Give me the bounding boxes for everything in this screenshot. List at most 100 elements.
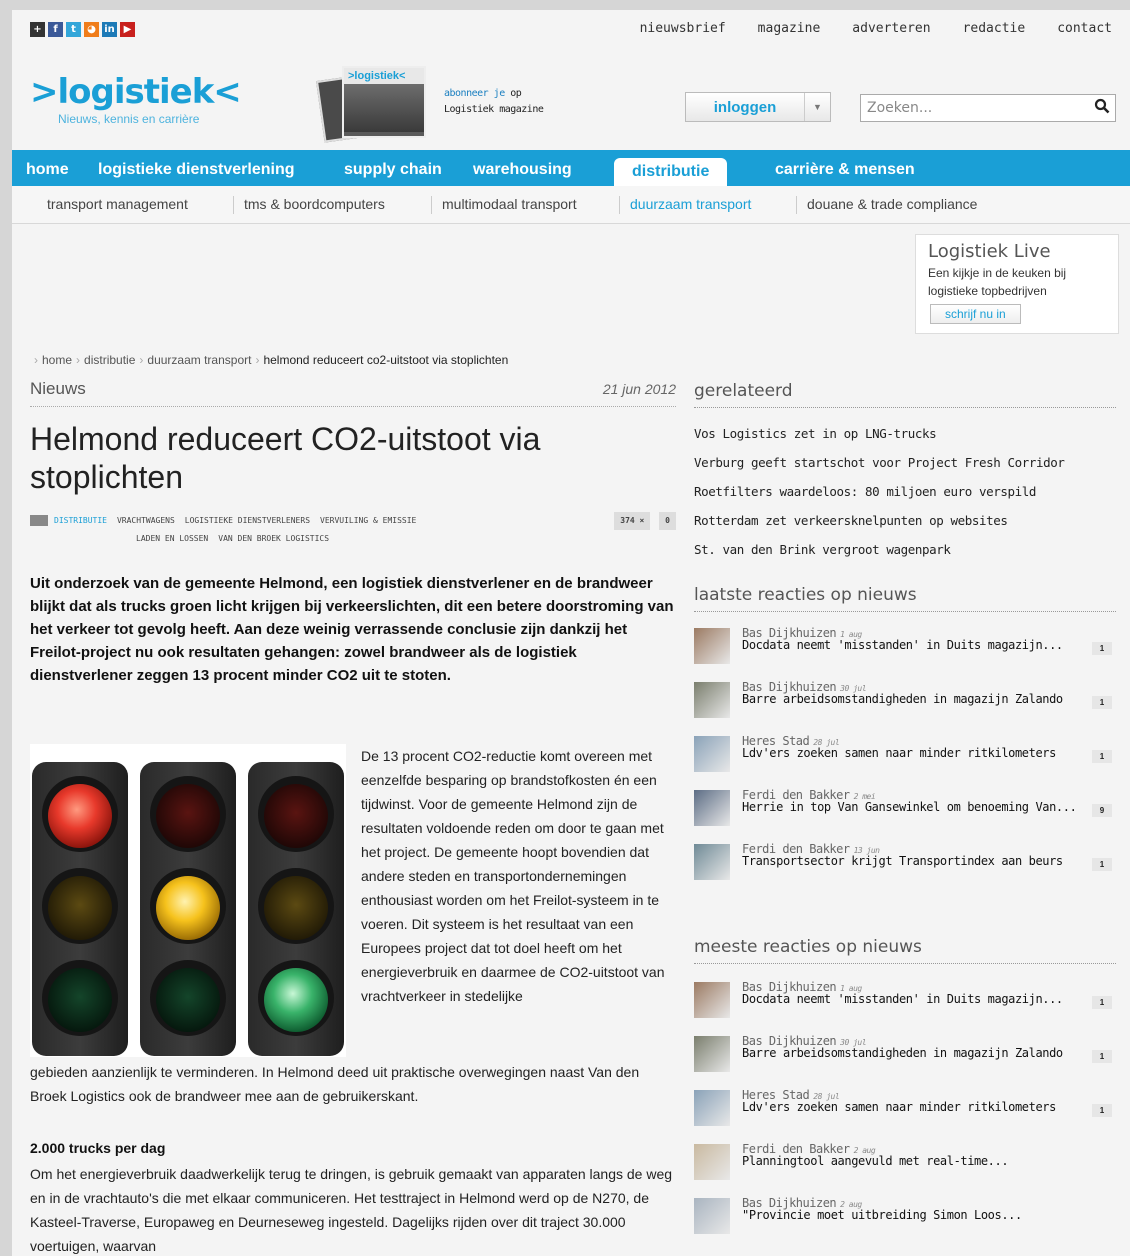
avatar bbox=[694, 1198, 730, 1234]
magazine-cover-front: >logistiek< bbox=[342, 66, 426, 138]
comment-article-title[interactable]: Barre arbeidsomstandigheden in magazijn … bbox=[742, 1047, 1078, 1059]
article-title: Helmond reduceert CO2-uitstoot via stopl… bbox=[30, 421, 541, 495]
toplink-redactie[interactable]: redactie bbox=[963, 21, 1026, 36]
related-article-link[interactable]: Roetfilters waardeloos: 80 miljoen euro … bbox=[694, 482, 1116, 511]
social-icons: + f t ◕ in ▶ bbox=[30, 22, 135, 37]
comment-count-badge: 1 bbox=[1092, 696, 1112, 709]
comment-item[interactable]: Heres Stad 28 jul Ldv'ers zoeken samen naa… bbox=[694, 1088, 1116, 1142]
toplink-contact[interactable]: contact bbox=[1057, 21, 1112, 36]
comment-article-title[interactable]: Planningtool aangevuld met real-time... bbox=[742, 1155, 1078, 1167]
chevron-down-icon[interactable]: ▼ bbox=[804, 93, 830, 121]
live-description: Een kijkje in de keuken bij logistieke t… bbox=[928, 266, 1067, 298]
signup-button[interactable]: schrijf nu in bbox=[930, 304, 1021, 324]
search-input[interactable]: Zoeken... bbox=[861, 100, 1089, 116]
site-logo[interactable]: >logistiek< Nieuws, kennis en carrière bbox=[30, 72, 242, 126]
search-icon[interactable] bbox=[1089, 98, 1115, 119]
breadcrumb-arrow-icon: › bbox=[139, 353, 144, 367]
related-list: Vos Logistics zet in op LNG-trucks Verbur… bbox=[694, 424, 1116, 569]
login-button[interactable]: inloggen ▼ bbox=[685, 92, 831, 122]
comment-item[interactable]: Ferdi den Bakker 2 mei Herrie in top Van G… bbox=[694, 788, 1116, 842]
magazine-cover-title: >logistiek< bbox=[344, 68, 424, 84]
search-box[interactable]: Zoeken... bbox=[860, 94, 1116, 122]
related-article-link[interactable]: Rotterdam zet verkeersknelpunten op webs… bbox=[694, 511, 1116, 540]
subnav-transport-management[interactable]: transport management bbox=[47, 196, 188, 212]
breadcrumb-link[interactable]: duurzaam transport bbox=[147, 353, 251, 367]
article-tag[interactable]: VAN DEN BROEK LOGISTICS bbox=[218, 534, 329, 543]
article-body-1: De 13 procent CO2-reductie komt overeen … bbox=[361, 748, 665, 1004]
comment-item[interactable]: Bas Dijkhuizen 30 jul Barre arbeidsomstand… bbox=[694, 680, 1116, 734]
nav-warehousing[interactable]: warehousing bbox=[473, 150, 572, 186]
logo-mark: >logistiek< bbox=[30, 72, 242, 112]
comment-item[interactable]: Bas Dijkhuizen 1 aug Docdata neemt 'missta… bbox=[694, 980, 1116, 1034]
subnav-tms-boordcomputers[interactable]: tms & boordcomputers bbox=[244, 196, 385, 212]
related-article-link[interactable]: Verburg geeft startschot voor Project Fr… bbox=[694, 453, 1116, 482]
latest-comments-heading: laatste reacties op nieuws bbox=[694, 582, 1116, 612]
comment-count[interactable]: 0 bbox=[659, 512, 676, 530]
toplink-adverteren[interactable]: adverteren bbox=[852, 21, 930, 36]
comment-count-badge: 1 bbox=[1092, 750, 1112, 763]
comment-item[interactable]: Bas Dijkhuizen 1 aug Docdata neemt 'missta… bbox=[694, 626, 1116, 680]
nav-home[interactable]: home bbox=[26, 150, 69, 186]
comment-count-badge: 1 bbox=[1092, 642, 1112, 655]
article-tag[interactable]: LADEN EN LOSSEN bbox=[136, 534, 208, 543]
subnav-multimodaal-transport[interactable]: multimodaal transport bbox=[442, 196, 577, 212]
breadcrumb: › home › distributie › duurzaam transport › hel… bbox=[30, 353, 508, 367]
article-tags: DISTRIBUTIE VRACHTWAGENS LOGISTIEKE DIENST… bbox=[30, 512, 676, 548]
article-lead: Uit onderzoek van de gemeente Helmond, e… bbox=[30, 575, 674, 684]
subnav-duurzaam-transport[interactable]: duurzaam transport bbox=[630, 196, 751, 212]
comment-item[interactable]: Bas Dijkhuizen 30 jul Barre arbeidsomstand… bbox=[694, 1034, 1116, 1088]
comment-article-title[interactable]: Ldv'ers zoeken samen naar minder ritkilo… bbox=[742, 747, 1078, 759]
comment-item[interactable]: Ferdi den Bakker 2 aug Planningtool aangev… bbox=[694, 1142, 1116, 1196]
linkedin-icon[interactable]: in bbox=[102, 22, 117, 37]
article-body-2: gebieden aanzienlijk te verminderen. In … bbox=[30, 1064, 640, 1104]
article-tag[interactable]: VERVUILING & EMISSIE bbox=[320, 516, 416, 525]
nav-carri-re-mensen[interactable]: carrière & mensen bbox=[775, 150, 915, 186]
youtube-icon[interactable]: ▶ bbox=[120, 22, 135, 37]
magazine-cover[interactable]: >logistiek< bbox=[316, 58, 430, 143]
comment-article-title[interactable]: Transportsector krijgt Transportindex aa… bbox=[742, 855, 1078, 867]
toplink-magazine[interactable]: magazine bbox=[758, 21, 821, 36]
logo-tagline: Nieuws, kennis en carrière bbox=[58, 112, 200, 126]
comment-count-badge: 1 bbox=[1092, 996, 1112, 1009]
article-tag[interactable]: DISTRIBUTIE bbox=[54, 516, 107, 525]
subscribe-link[interactable]: abonneer je bbox=[444, 88, 505, 99]
breadcrumb-link[interactable]: home bbox=[42, 353, 72, 367]
comment-article-title[interactable]: Barre arbeidsomstandigheden in magazijn … bbox=[742, 693, 1078, 705]
window-frame-left bbox=[0, 0, 12, 1256]
twitter-icon[interactable]: t bbox=[66, 22, 81, 37]
toplink-nieuwsbrief[interactable]: nieuwsbrief bbox=[640, 21, 726, 36]
comment-article-title[interactable]: Herrie in top Van Gansewinkel om benoemi… bbox=[742, 801, 1078, 813]
article-date: 21 jun 2012 bbox=[602, 381, 676, 397]
related-article-link[interactable]: Vos Logistics zet in op LNG-trucks bbox=[694, 424, 1116, 453]
comment-article-title[interactable]: Ldv'ers zoeken samen naar minder ritkilo… bbox=[742, 1101, 1078, 1113]
rss-icon[interactable]: ◕ bbox=[84, 22, 99, 37]
traffic-light-red bbox=[32, 762, 128, 1056]
nav-distributie[interactable]: distributie bbox=[614, 158, 728, 186]
comment-article-title[interactable]: Docdata neemt 'misstanden' in Duits maga… bbox=[742, 993, 1078, 1005]
login-label: inloggen bbox=[713, 98, 777, 116]
comment-count-badge: 1 bbox=[1092, 1104, 1112, 1117]
comment-item[interactable]: Heres Stad 28 jul Ldv'ers zoeken samen naa… bbox=[694, 734, 1116, 788]
breadcrumb-link[interactable]: distributie bbox=[84, 353, 135, 367]
folder-icon bbox=[30, 515, 48, 526]
traffic-lights-image bbox=[30, 744, 346, 1057]
comment-article-title[interactable]: Docdata neemt 'misstanden' in Duits maga… bbox=[742, 639, 1078, 651]
facebook-icon[interactable]: f bbox=[48, 22, 63, 37]
comment-article-title[interactable]: "Provincie moet uitbreiding Simon Loos..… bbox=[742, 1209, 1078, 1221]
subnav-separator bbox=[796, 196, 797, 214]
article-tag[interactable]: VRACHTWAGENS bbox=[117, 516, 175, 525]
subnav-douane-trade-compliance[interactable]: douane & trade compliance bbox=[807, 196, 977, 212]
tags-line-2: LADEN EN LOSSEN VAN DEN BROEK LOGISTICS bbox=[30, 530, 676, 548]
plus-icon[interactable]: + bbox=[30, 22, 45, 37]
subnav-separator bbox=[619, 196, 620, 214]
article-header: Nieuws 21 jun 2012 bbox=[30, 379, 676, 407]
article-body-3: Om het energieverbruik daadwerkelijk ter… bbox=[30, 1166, 673, 1254]
subscribe-magazine-name: Logistiek magazine bbox=[444, 104, 544, 115]
nav-supply-chain[interactable]: supply chain bbox=[344, 150, 442, 186]
related-article-link[interactable]: St. van den Brink vergroot wagenpark bbox=[694, 540, 1116, 569]
article-tag[interactable]: LOGISTIEKE DIENSTVERLENERS bbox=[185, 516, 310, 525]
article-stats: 374 × 0 bbox=[610, 512, 676, 530]
nav-logistieke-dienstverlening[interactable]: logistieke dienstverlening bbox=[98, 150, 295, 186]
comment-item[interactable]: Bas Dijkhuizen 2 aug "Provincie moet uitbr… bbox=[694, 1196, 1116, 1250]
comment-item[interactable]: Ferdi den Bakker 13 jun Transportsector kr… bbox=[694, 842, 1116, 896]
